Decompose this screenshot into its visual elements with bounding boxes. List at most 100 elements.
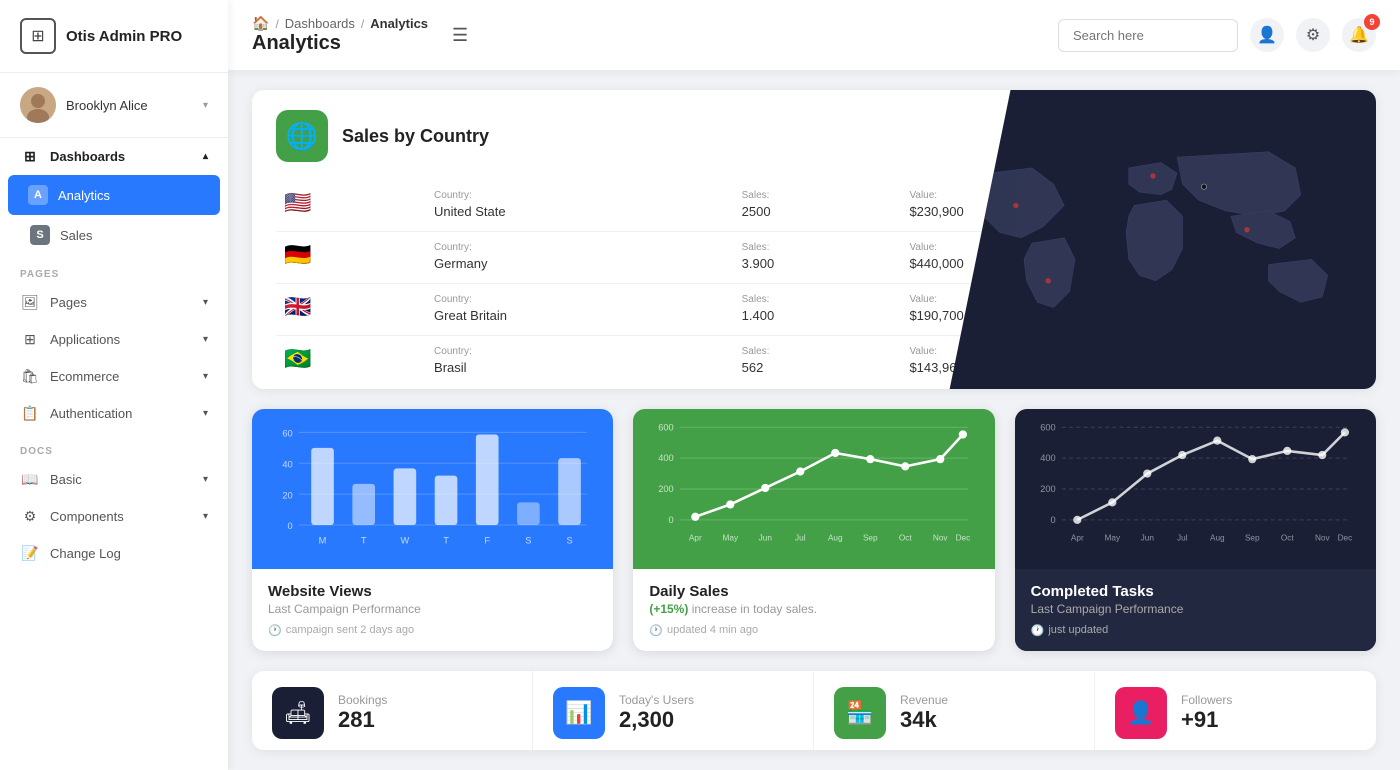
svg-text:Apr: Apr xyxy=(689,533,702,542)
col-label: Country: xyxy=(434,242,726,253)
breadcrumb-dashboards: Dashboards xyxy=(285,16,355,31)
world-map-section xyxy=(946,90,1376,389)
breadcrumb: 🏠 / Dashboards / Analytics xyxy=(252,15,428,32)
notifications-icon[interactable]: 🔔 9 xyxy=(1342,18,1376,52)
sidebar-item-pages[interactable]: 🖼 Pages ▾ xyxy=(0,284,228,321)
topbar-right: 👤 ⚙ 🔔 9 xyxy=(1058,18,1376,52)
svg-text:Dec: Dec xyxy=(1337,533,1352,542)
sidebar-item-dashboards[interactable]: ⊞ Dashboards ▴ xyxy=(0,138,228,175)
settings-icon[interactable]: ⚙ xyxy=(1296,18,1330,52)
flag-br: 🇧🇷 xyxy=(284,346,311,371)
search-input[interactable] xyxy=(1058,19,1238,52)
svg-text:600: 600 xyxy=(1040,422,1055,432)
chart-meta-text: just updated xyxy=(1048,624,1108,636)
chart-meta: 🕐 campaign sent 2 days ago xyxy=(268,624,597,637)
chevron-icon: ▾ xyxy=(203,297,208,308)
svg-text:S: S xyxy=(525,535,531,545)
chart-meta-text: campaign sent 2 days ago xyxy=(286,624,414,636)
col-label: Sales: xyxy=(742,346,894,357)
website-views-info: Website Views Last Campaign Performance … xyxy=(252,569,613,651)
today-users-label: Today's Users xyxy=(619,693,694,707)
stat-bookings: 🛋 Bookings 281 xyxy=(252,671,533,750)
followers-label: Followers xyxy=(1181,693,1232,707)
chevron-up-icon: ▴ xyxy=(203,151,208,162)
svg-text:Nov: Nov xyxy=(933,533,949,542)
svg-text:Oct: Oct xyxy=(899,533,913,542)
svg-text:F: F xyxy=(484,535,490,545)
daily-sales-card: 600 400 200 0 xyxy=(633,409,994,651)
svg-text:400: 400 xyxy=(1040,453,1055,463)
col-label: Sales: xyxy=(742,294,894,305)
sidebar-item-applications[interactable]: ⊞ Applications ▾ xyxy=(0,321,228,358)
stat-today-users-info: Today's Users 2,300 xyxy=(619,693,694,733)
page-body: 🌐 Sales by Country 🇺🇸 Country: United St… xyxy=(228,70,1400,770)
flag-usa: 🇺🇸 xyxy=(284,190,311,215)
sidebar-item-authentication[interactable]: 📋 Authentication ▾ xyxy=(0,395,228,432)
svg-text:20: 20 xyxy=(282,490,292,500)
today-users-icon: 📊 xyxy=(553,687,605,739)
col-label: Sales: xyxy=(742,242,894,253)
chart-subtitle: Last Campaign Performance xyxy=(1031,602,1360,616)
svg-text:0: 0 xyxy=(1050,515,1055,525)
chart-title: Daily Sales xyxy=(649,583,978,600)
followers-icon: 👤 xyxy=(1115,687,1167,739)
sidebar-item-ecommerce[interactable]: 🛍 Ecommerce ▾ xyxy=(0,358,228,395)
user-profile-icon[interactable]: 👤 xyxy=(1250,18,1284,52)
revenue-value: 34k xyxy=(900,707,948,733)
applications-icon: ⊞ xyxy=(20,331,40,348)
sidebar-user[interactable]: Brooklyn Alice ▾ xyxy=(0,73,228,138)
svg-text:May: May xyxy=(723,533,739,542)
chevron-icon: ▾ xyxy=(203,371,208,382)
stat-bookings-info: Bookings 281 xyxy=(338,693,387,733)
user-name: Brooklyn Alice xyxy=(66,98,193,113)
svg-text:Jul: Jul xyxy=(1177,533,1188,542)
bookings-label: Bookings xyxy=(338,693,387,707)
clock-icon: 🕐 xyxy=(268,624,282,637)
stats-row: 🛋 Bookings 281 📊 Today's Users 2,300 🏪 R… xyxy=(252,671,1376,750)
chart-subtitle: (+15%) increase in today sales. xyxy=(649,602,978,616)
sales-value: 3.900 xyxy=(742,256,775,271)
sidebar-item-basic[interactable]: 📖 Basic ▾ xyxy=(0,461,228,498)
globe-icon: 🌐 xyxy=(276,110,328,162)
svg-text:Aug: Aug xyxy=(1210,533,1225,542)
sidebar-logo: ⊞ Otis Admin PRO xyxy=(0,0,228,73)
sidebar-item-label: Applications xyxy=(50,332,120,347)
website-views-chart: 60 40 20 0 M T xyxy=(252,409,613,569)
increase-text: increase in today sales. xyxy=(692,602,817,616)
flag-gb: 🇬🇧 xyxy=(284,294,311,319)
pages-section-label: PAGES xyxy=(0,255,228,284)
sidebar-item-label: Sales xyxy=(60,228,93,243)
menu-icon[interactable]: ☰ xyxy=(452,25,468,46)
col-label: Country: xyxy=(434,346,726,357)
page-title-section: 🏠 / Dashboards / Analytics Analytics xyxy=(252,15,428,55)
sidebar-item-sales[interactable]: S Sales xyxy=(0,215,228,255)
chart-meta: 🕐 updated 4 min ago xyxy=(649,624,978,637)
sidebar-item-label: Ecommerce xyxy=(50,369,119,384)
chart-meta-text: updated 4 min ago xyxy=(667,624,758,636)
value: $230,900 xyxy=(909,204,963,219)
svg-text:Dec: Dec xyxy=(956,533,971,542)
svg-text:T: T xyxy=(443,535,449,545)
sidebar-item-analytics[interactable]: A Analytics xyxy=(8,175,220,215)
value: $190,700 xyxy=(909,308,963,323)
sales-value: 2500 xyxy=(742,204,771,219)
followers-value: +91 xyxy=(1181,707,1232,733)
clock-icon: 🕐 xyxy=(649,624,663,637)
sales-by-country-card: 🌐 Sales by Country 🇺🇸 Country: United St… xyxy=(252,90,1376,389)
svg-text:W: W xyxy=(401,535,410,545)
notification-badge: 9 xyxy=(1364,14,1380,30)
sidebar-item-label: Basic xyxy=(50,472,82,487)
sidebar-item-changelog[interactable]: 📝 Change Log xyxy=(0,535,228,572)
main-content: 🏠 / Dashboards / Analytics Analytics ☰ 👤… xyxy=(228,0,1400,770)
pages-icon: 🖼 xyxy=(20,294,40,311)
completed-tasks-info: Completed Tasks Last Campaign Performanc… xyxy=(1015,569,1376,651)
user-chevron-icon: ▾ xyxy=(203,100,208,111)
website-views-card: 60 40 20 0 M T xyxy=(252,409,613,651)
dashboards-icon: ⊞ xyxy=(20,148,40,165)
sidebar: ⊞ Otis Admin PRO Brooklyn Alice ▾ ⊞ Dash… xyxy=(0,0,228,770)
bookings-value: 281 xyxy=(338,707,387,733)
svg-text:200: 200 xyxy=(1040,484,1055,494)
svg-text:600: 600 xyxy=(659,422,674,432)
sidebar-item-components[interactable]: ⚙ Components ▾ xyxy=(0,498,228,535)
chart-meta: 🕐 just updated xyxy=(1031,624,1360,637)
